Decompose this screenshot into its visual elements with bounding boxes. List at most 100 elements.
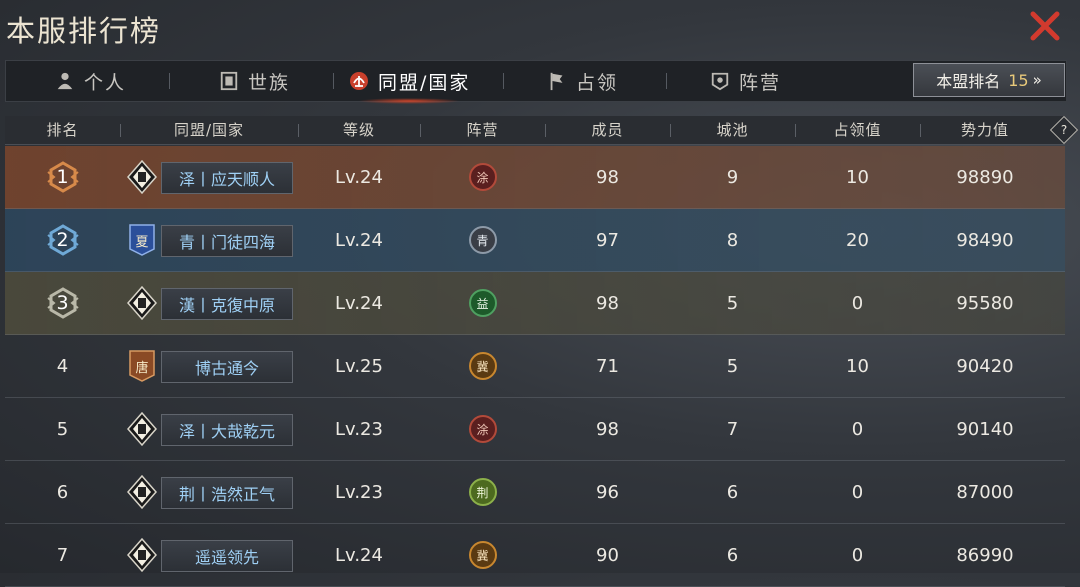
col-camp: 阵营	[466, 121, 499, 139]
col-members: 成员	[591, 121, 624, 139]
col-alliance: 同盟/国家	[173, 121, 245, 139]
flag-icon	[546, 70, 568, 92]
level-cell: Lv.24	[335, 292, 383, 314]
occupy-cell: 0	[851, 544, 864, 566]
tab-label: 同盟/国家	[378, 71, 471, 94]
cities-cell: 8	[726, 229, 739, 251]
tab-clan[interactable]: 世族	[218, 61, 290, 101]
occupy-cell: 20	[846, 229, 869, 251]
camp-cell: 冀	[420, 335, 545, 397]
rank-cell: 7	[56, 544, 69, 566]
rank-badge-icon: 3	[46, 286, 80, 320]
table-row[interactable]: 7 遥遥领先 Lv.24 冀 90 6 0 86990	[5, 524, 1065, 587]
camp-cell: 涂	[420, 146, 545, 208]
close-icon[interactable]	[1027, 8, 1063, 44]
alliance-name-link[interactable]: 荆丨浩然正气	[161, 477, 293, 509]
tab-camp[interactable]: 阵营	[709, 61, 781, 101]
table-row[interactable]: 6 荆丨浩然正气 Lv.23 荆 96 6 0 87000	[5, 461, 1065, 524]
tab-alliance[interactable]: 同盟/国家	[348, 61, 471, 104]
camp-cell: 益	[420, 272, 545, 334]
alliance-flag-icon	[127, 475, 157, 509]
alliance-name-link[interactable]: 遥遥领先	[161, 540, 293, 572]
cities-cell: 6	[726, 544, 739, 566]
alliance-flag-icon: 夏	[127, 223, 157, 257]
my-rank-label: 本盟排名	[936, 72, 1001, 91]
table-row[interactable]: 2 夏青丨门徒四海 Lv.24 青 97 8 20 98490	[5, 209, 1065, 272]
col-occupy: 占领值	[833, 121, 882, 139]
members-cell: 96	[596, 481, 619, 503]
header: 本服排行榜	[0, 0, 1080, 58]
level-cell: Lv.24	[335, 166, 383, 188]
level-cell: Lv.24	[335, 544, 383, 566]
camp-cell: 涂	[420, 398, 545, 460]
camp-cell: 青	[420, 209, 545, 271]
rank-badge-icon: 2	[46, 223, 80, 257]
occupy-cell: 10	[846, 166, 869, 188]
level-cell: Lv.23	[335, 418, 383, 440]
tab-bar: 个人 世族 同盟/国家 占领 阵营	[5, 60, 1067, 104]
occupy-cell: 10	[846, 355, 869, 377]
alliance-name-link[interactable]: 漢丨克復中原	[161, 288, 293, 320]
rank-cell: 6	[56, 481, 69, 503]
my-alliance-rank-button[interactable]: 本盟排名 15 »	[913, 63, 1065, 97]
level-cell: Lv.24	[335, 229, 383, 251]
power-cell: 90420	[956, 355, 1014, 377]
camp-badge-icon: 荆	[468, 478, 497, 506]
power-cell: 87000	[956, 481, 1014, 503]
rank-cell: 1	[5, 146, 120, 208]
camp-badge-icon: 涂	[468, 415, 497, 443]
col-level: 等级	[342, 121, 375, 139]
members-cell: 98	[596, 292, 619, 314]
col-rank: 排名	[46, 121, 79, 139]
tab-label: 个人	[84, 71, 127, 94]
occupy-cell: 0	[851, 292, 864, 314]
camp-badge-icon: 冀	[468, 352, 497, 380]
table-header: 排名 同盟/国家 等级 阵营 成员 城池 占领值 势力值	[5, 116, 1065, 145]
level-cell: Lv.25	[335, 355, 383, 377]
camp-icon	[709, 70, 731, 92]
alliance-flag-icon	[127, 538, 157, 572]
alliance-flag-icon	[127, 160, 157, 194]
rank-badge-icon: 1	[46, 160, 80, 194]
table-row[interactable]: 4 唐博古通今 Lv.25 冀 71 5 10 90420	[5, 335, 1065, 398]
table-row[interactable]: 5 泽丨大哉乾元 Lv.23 涂 98 7 0 90140	[5, 398, 1065, 461]
alliance-flag-icon: 唐	[127, 349, 157, 383]
rank-cell: 4	[56, 355, 69, 377]
rank-cell: 3	[5, 272, 120, 334]
chevron-right-icon: »	[1032, 71, 1042, 89]
members-cell: 90	[596, 544, 619, 566]
tab-label: 世族	[248, 71, 291, 94]
alliance-icon	[348, 70, 370, 92]
table-row[interactable]: 3 漢丨克復中原 Lv.24 益 98 5 0 95580	[5, 272, 1065, 335]
clan-icon	[218, 70, 240, 92]
occupy-cell: 0	[851, 481, 864, 503]
alliance-name-link[interactable]: 博古通今	[161, 351, 293, 383]
power-cell: 98890	[956, 166, 1014, 188]
members-cell: 97	[596, 229, 619, 251]
cities-cell: 7	[726, 418, 739, 440]
rank-cell: 5	[56, 418, 69, 440]
camp-cell: 冀	[420, 524, 545, 586]
alliance-name-link[interactable]: 青丨门徒四海	[161, 225, 293, 257]
page-title: 本服排行榜	[6, 14, 162, 48]
cities-cell: 5	[726, 292, 739, 314]
tab-label: 阵营	[739, 71, 782, 94]
cities-cell: 9	[726, 166, 739, 188]
tab-label: 占领	[576, 71, 619, 94]
person-icon	[54, 70, 76, 92]
camp-badge-icon: 益	[468, 289, 497, 317]
alliance-name-link[interactable]: 泽丨大哉乾元	[161, 414, 293, 446]
alliance-name-link[interactable]: 泽丨应天顺人	[161, 162, 293, 194]
members-cell: 98	[596, 418, 619, 440]
table-row[interactable]: 1 泽丨应天顺人 Lv.24 涂 98 9 10 98890	[5, 146, 1065, 209]
members-cell: 98	[596, 166, 619, 188]
camp-badge-icon: 青	[468, 226, 497, 254]
tab-personal[interactable]: 个人	[54, 61, 126, 101]
level-cell: Lv.23	[335, 481, 383, 503]
tab-occupy[interactable]: 占领	[546, 61, 618, 101]
power-cell: 98490	[956, 229, 1014, 251]
cities-cell: 5	[726, 355, 739, 377]
members-cell: 71	[596, 355, 619, 377]
col-cities: 城池	[716, 121, 749, 139]
my-rank-value: 15	[1008, 70, 1029, 90]
